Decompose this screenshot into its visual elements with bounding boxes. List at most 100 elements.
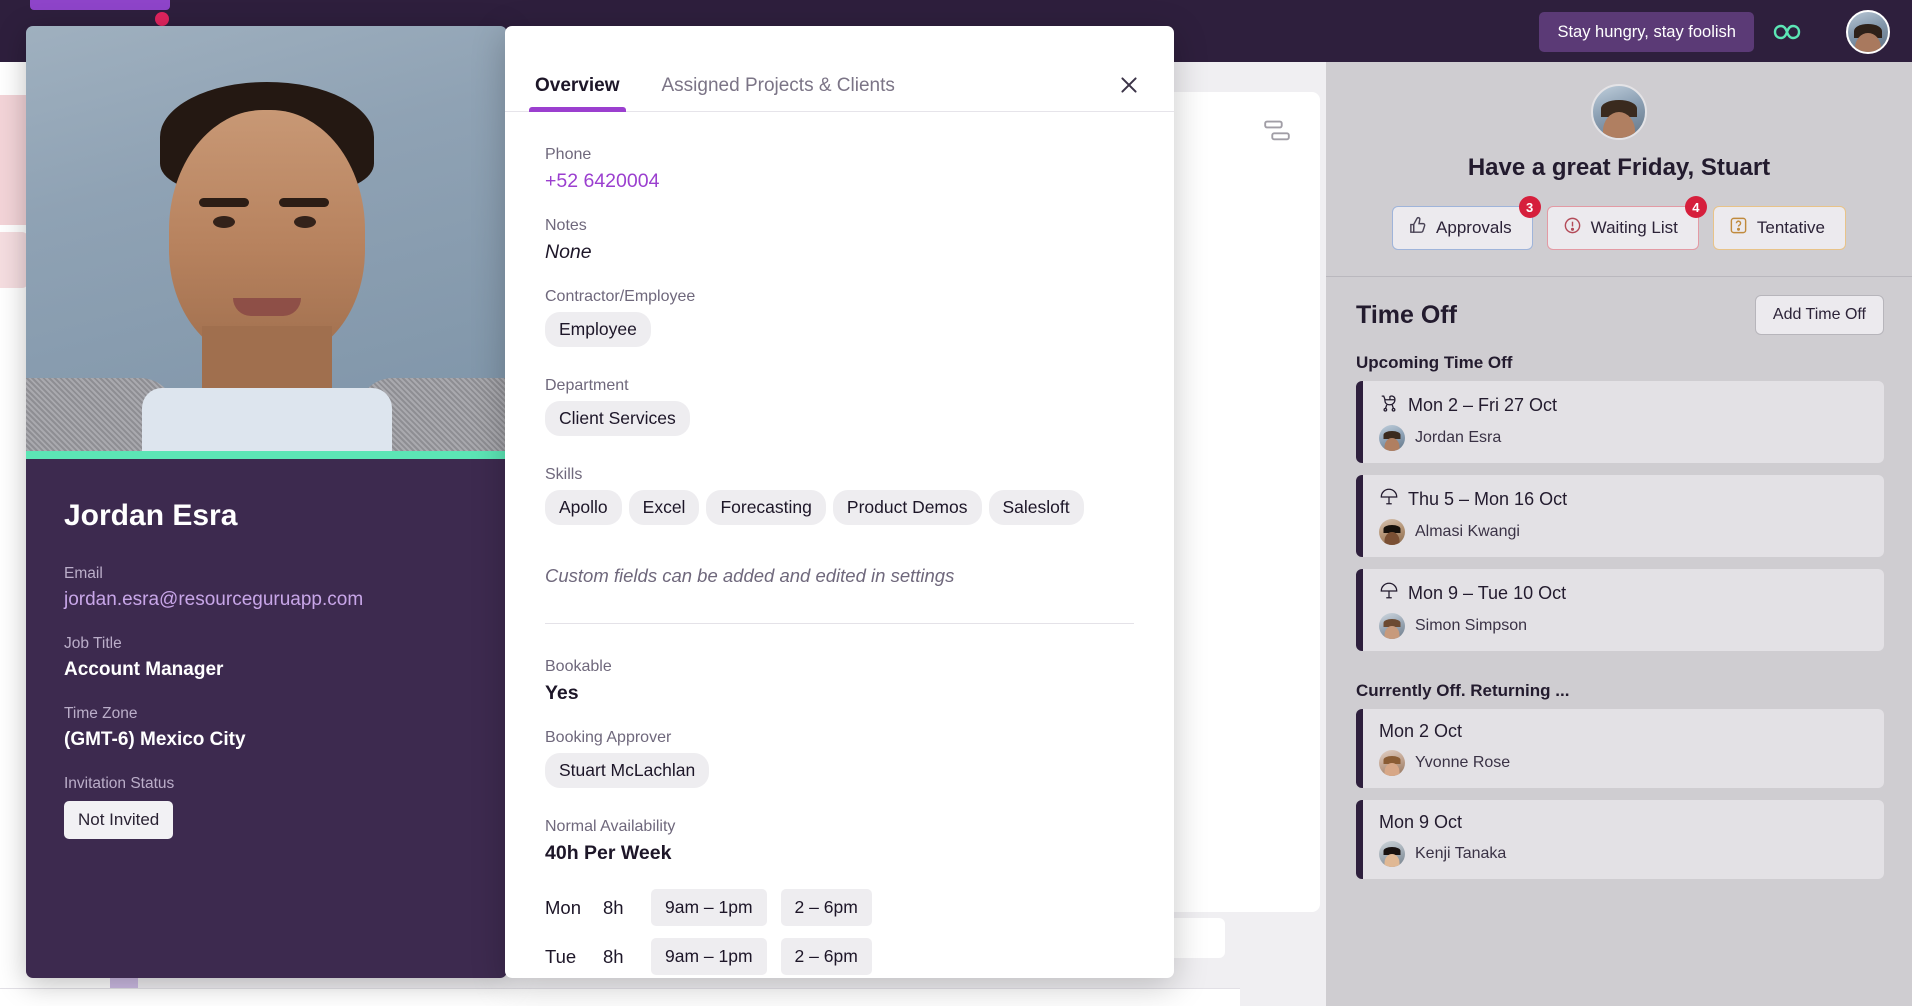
time-off-person-name: Yvonne Rose xyxy=(1415,754,1511,771)
modal-field-label: Bookable xyxy=(545,658,612,675)
job-title-value: Account Manager xyxy=(64,659,224,680)
profile-photo-face xyxy=(168,110,365,360)
profile-field-label: Time Zone xyxy=(64,705,138,722)
infinity-icon[interactable] xyxy=(1765,12,1809,52)
greeting-avatar[interactable] xyxy=(1591,84,1647,140)
topbar-active-tab-indicator[interactable] xyxy=(30,0,170,10)
greeting-text: Have a great Friday, Stuart xyxy=(1467,154,1771,181)
currently-off-label: Currently Off. Returning ... xyxy=(1356,681,1570,700)
tab-overview[interactable]: Overview xyxy=(529,75,626,112)
modal-field-bookable: Bookable Yes xyxy=(545,658,1134,705)
time-off-header: Time Off Add Time Off xyxy=(1326,277,1912,335)
time-off-card[interactable]: Mon 9 Oct Kenji Tanaka xyxy=(1356,800,1884,879)
time-off-card[interactable]: Mon 2 Oct Yvonne Rose xyxy=(1356,709,1884,788)
modal-field-label: Skills xyxy=(545,466,583,483)
avatar xyxy=(1379,750,1405,776)
modal-field-label: Notes xyxy=(545,217,587,234)
question-square-icon xyxy=(1729,216,1748,240)
time-off-person-row: Simon Simpson xyxy=(1379,613,1870,639)
modal-field-booking-approver: Booking Approver Stuart McLachlan xyxy=(545,729,1134,794)
waiting-list-label: Waiting List xyxy=(1590,218,1678,237)
availability-slot[interactable]: 9am – 1pm xyxy=(651,938,767,975)
notes-value: None xyxy=(545,241,592,263)
waiting-list-button[interactable]: Waiting List 4 xyxy=(1546,196,1707,250)
availability-slot[interactable]: 9am – 1pm xyxy=(651,889,767,926)
stroller-icon xyxy=(1379,393,1399,417)
beach-umbrella-icon xyxy=(1379,581,1399,605)
profile-field-email: Email jordan.esra@resourceguruapp.com xyxy=(64,565,469,611)
time-off-card[interactable]: Thu 5 – Mon 16 Oct Almasi Kwangi xyxy=(1356,475,1884,557)
time-off-person-name: Jordan Esra xyxy=(1415,429,1502,446)
profile-field-job-title: Job Title Account Manager xyxy=(64,635,469,681)
profile-photo-brow-right xyxy=(279,198,329,207)
resource-overview-modal: Overview Assigned Projects & Clients Pho… xyxy=(505,26,1174,978)
layout-toggle-icon[interactable] xyxy=(1262,118,1292,144)
tentative-label: Tentative xyxy=(1756,218,1825,237)
beach-umbrella-icon xyxy=(1379,487,1399,511)
skill-chip[interactable]: Salesloft xyxy=(988,490,1084,525)
availability-day: Mon xyxy=(545,896,581,918)
phone-value[interactable]: +52 6420004 xyxy=(545,170,1134,193)
availability-slot[interactable]: 2 – 6pm xyxy=(780,889,872,926)
modal-content: Phone +52 6420004 Notes None Contractor/… xyxy=(505,112,1174,978)
stats-row: Approvals 3 Waiting List 4 Tentative xyxy=(1326,196,1912,250)
background-bottom-bar xyxy=(0,988,1240,1006)
avatar[interactable] xyxy=(1846,10,1890,54)
avatar xyxy=(1379,613,1405,639)
department-chip[interactable]: Client Services xyxy=(545,401,690,436)
time-off-dates: Mon 9 – Tue 10 Oct xyxy=(1408,582,1567,603)
availability-row: Tue 8h 9am – 1pm 2 – 6pm xyxy=(545,938,1134,975)
skill-chip[interactable]: Apollo xyxy=(545,490,622,525)
thumbs-up-icon xyxy=(1408,216,1427,240)
modal-field-label: Contractor/Employee xyxy=(545,288,696,305)
waiting-list-badge: 4 xyxy=(1684,196,1707,218)
modal-field-label: Phone xyxy=(545,146,592,163)
resource-profile-card: Jordan Esra Email jordan.esra@resourcegu… xyxy=(26,26,507,978)
profile-photo-shirt xyxy=(141,388,392,451)
approvals-button[interactable]: Approvals 3 xyxy=(1392,196,1541,250)
availability-day: Tue xyxy=(545,945,577,967)
profile-accent-bar xyxy=(26,451,507,459)
upcoming-time-off-label: Upcoming Time Off xyxy=(1356,353,1513,372)
skill-chip[interactable]: Forecasting xyxy=(706,490,826,525)
profile-field-label: Email xyxy=(64,565,103,582)
time-off-person-name: Almasi Kwangi xyxy=(1415,523,1520,540)
motto-pill[interactable]: Stay hungry, stay foolish xyxy=(1539,12,1754,52)
approvals-badge: 3 xyxy=(1518,196,1541,218)
time-zone-value: (GMT-6) Mexico City xyxy=(64,729,246,750)
time-off-person-row: Kenji Tanaka xyxy=(1379,841,1870,867)
email-value[interactable]: jordan.esra@resourceguruapp.com xyxy=(64,589,469,611)
status-badge[interactable]: Not Invited xyxy=(64,801,174,839)
close-icon[interactable] xyxy=(1114,70,1144,100)
modal-field-skills: Skills Apollo Excel Forecasting Product … xyxy=(545,466,1134,531)
profile-photo xyxy=(26,26,507,451)
add-time-off-button[interactable]: Add Time Off xyxy=(1754,295,1884,335)
profile-field-invitation-status: Invitation Status Not Invited xyxy=(64,775,469,839)
booking-approver-chip[interactable]: Stuart McLachlan xyxy=(545,753,710,788)
motto-text: Stay hungry, stay foolish xyxy=(1557,22,1736,41)
time-off-dates: Mon 2 Oct xyxy=(1379,721,1463,741)
time-off-date-row: Mon 2 Oct xyxy=(1379,721,1870,742)
availability-slot[interactable]: 2 – 6pm xyxy=(780,938,872,975)
time-off-card[interactable]: Mon 2 – Fri 27 Oct Jordan Esra xyxy=(1356,381,1884,463)
time-off-card[interactable]: Mon 9 – Tue 10 Oct Simon Simpson xyxy=(1356,569,1884,651)
profile-details: Jordan Esra Email jordan.esra@resourcegu… xyxy=(26,459,507,839)
skill-chip[interactable]: Excel xyxy=(628,490,700,525)
availability-value: 40h Per Week xyxy=(545,842,672,864)
topbar-notification-dot[interactable] xyxy=(155,12,169,26)
time-off-person-name: Simon Simpson xyxy=(1415,617,1528,634)
availability-row: Mon 8h 9am – 1pm 2 – 6pm xyxy=(545,889,1134,926)
modal-tab-bar: Overview Assigned Projects & Clients xyxy=(505,26,1174,112)
custom-fields-note: Custom fields can be added and edited in… xyxy=(545,565,955,586)
modal-divider xyxy=(545,623,1134,624)
skill-chip[interactable]: Product Demos xyxy=(832,490,982,525)
tentative-button[interactable]: Tentative xyxy=(1712,206,1846,250)
modal-field-phone: Phone +52 6420004 xyxy=(545,146,1134,193)
modal-field-label: Normal Availability xyxy=(545,818,676,835)
skills-chip-row: Apollo Excel Forecasting Product Demos S… xyxy=(545,490,1134,531)
modal-field-label: Department xyxy=(545,377,629,394)
availability-hours: 8h xyxy=(603,945,624,967)
contractor-employee-chip[interactable]: Employee xyxy=(545,312,651,347)
profile-field-time-zone: Time Zone (GMT-6) Mexico City xyxy=(64,705,469,751)
tab-assigned-projects-clients[interactable]: Assigned Projects & Clients xyxy=(656,75,901,111)
